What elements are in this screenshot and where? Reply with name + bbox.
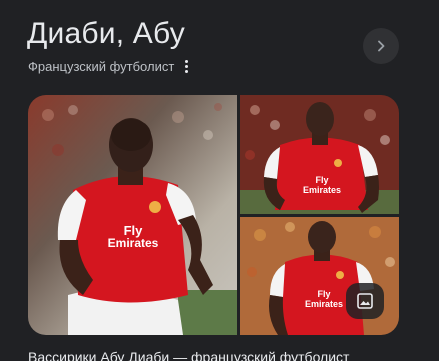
entity-description: Вассирики Абу Диаби — французский футбол… — [28, 349, 350, 361]
player-photo-main[interactable]: Fly Emirates — [28, 95, 237, 335]
svg-text:Emirates: Emirates — [303, 185, 341, 195]
more-images-button[interactable] — [346, 283, 384, 319]
svg-text:Fly: Fly — [317, 289, 330, 299]
svg-text:Emirates: Emirates — [305, 299, 343, 309]
subtitle-row: Французский футболист — [28, 56, 191, 76]
svg-text:Fly: Fly — [315, 175, 328, 185]
entity-title[interactable]: Диаби, Абу — [27, 14, 185, 54]
next-button[interactable] — [363, 28, 399, 64]
entity-subtitle: Французский футболист — [28, 58, 175, 74]
more-vert-icon[interactable] — [181, 58, 191, 74]
knowledge-panel: Диаби, Абу Французский футболист Fly Emi… — [0, 0, 439, 361]
player-photo-top-right[interactable]: Fly Emirates — [240, 95, 399, 214]
image-icon — [357, 293, 373, 309]
image-gallery: Fly Emirates Fly Emirates Fly Emirates — [28, 95, 399, 335]
svg-text:Emirates: Emirates — [108, 236, 159, 250]
chevron-right-icon — [378, 40, 385, 52]
